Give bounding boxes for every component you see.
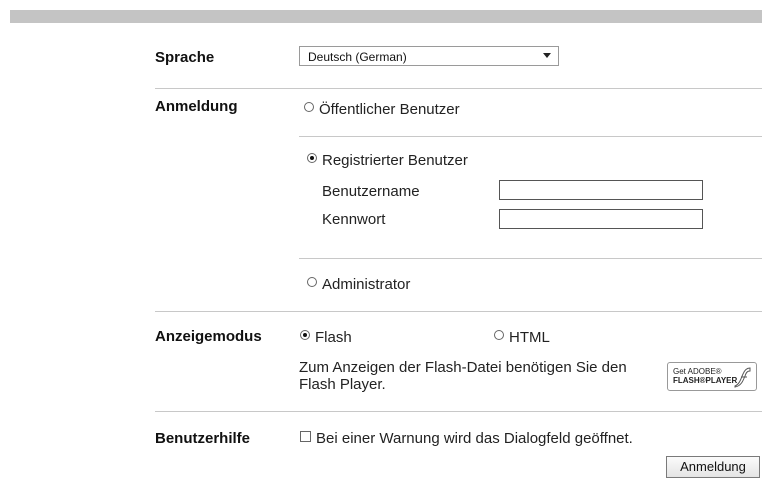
help-option[interactable]: Bei einer Warnung wird das Dialogfeld ge… — [300, 430, 633, 447]
password-label: Kennwort — [322, 211, 386, 228]
divider — [155, 311, 762, 312]
divider — [155, 411, 762, 412]
flash-player-note: Zum Anzeigen der Flash-Datei benötigen S… — [299, 359, 627, 393]
registered-user-option[interactable]: Registrierter Benutzer — [307, 152, 468, 169]
flash-label: Flash — [315, 329, 352, 346]
administrator-radio[interactable] — [307, 277, 317, 287]
language-selected-value: Deutsch (German) — [308, 50, 407, 64]
username-label: Benutzername — [322, 183, 420, 200]
html-radio[interactable] — [494, 330, 504, 340]
public-user-radio[interactable] — [304, 102, 314, 112]
chevron-down-icon — [543, 53, 551, 58]
user-help-label: Benutzerhilfe — [155, 430, 251, 447]
divider — [299, 258, 762, 259]
get-flash-player-badge[interactable]: Get ADOBE® FLASH®PLAYER — [667, 362, 757, 391]
help-checkbox-label: Bei einer Warnung wird das Dialogfeld ge… — [316, 430, 633, 447]
top-bar — [10, 10, 762, 23]
flash-logo-icon — [734, 367, 751, 388]
login-label: Anmeldung — [155, 98, 238, 115]
registered-user-radio[interactable] — [307, 153, 317, 163]
flash-radio[interactable] — [300, 330, 310, 340]
html-option[interactable]: HTML — [494, 329, 550, 346]
help-checkbox[interactable] — [300, 431, 311, 442]
administrator-label: Administrator — [322, 276, 411, 293]
public-user-option[interactable]: Öffentlicher Benutzer — [304, 101, 460, 118]
divider — [299, 136, 762, 137]
password-field[interactable] — [499, 209, 703, 229]
language-select[interactable]: Deutsch (German) — [299, 46, 559, 66]
flash-option[interactable]: Flash — [300, 329, 352, 346]
registered-user-label: Registrierter Benutzer — [322, 152, 468, 169]
html-label: HTML — [509, 329, 550, 346]
public-user-label: Öffentlicher Benutzer — [319, 101, 460, 118]
divider — [155, 88, 762, 89]
administrator-option[interactable]: Administrator — [307, 276, 410, 293]
login-button[interactable]: Anmeldung — [666, 456, 760, 478]
language-label: Sprache — [155, 49, 215, 66]
display-mode-label: Anzeigemodus — [155, 328, 262, 345]
username-field[interactable] — [499, 180, 703, 200]
